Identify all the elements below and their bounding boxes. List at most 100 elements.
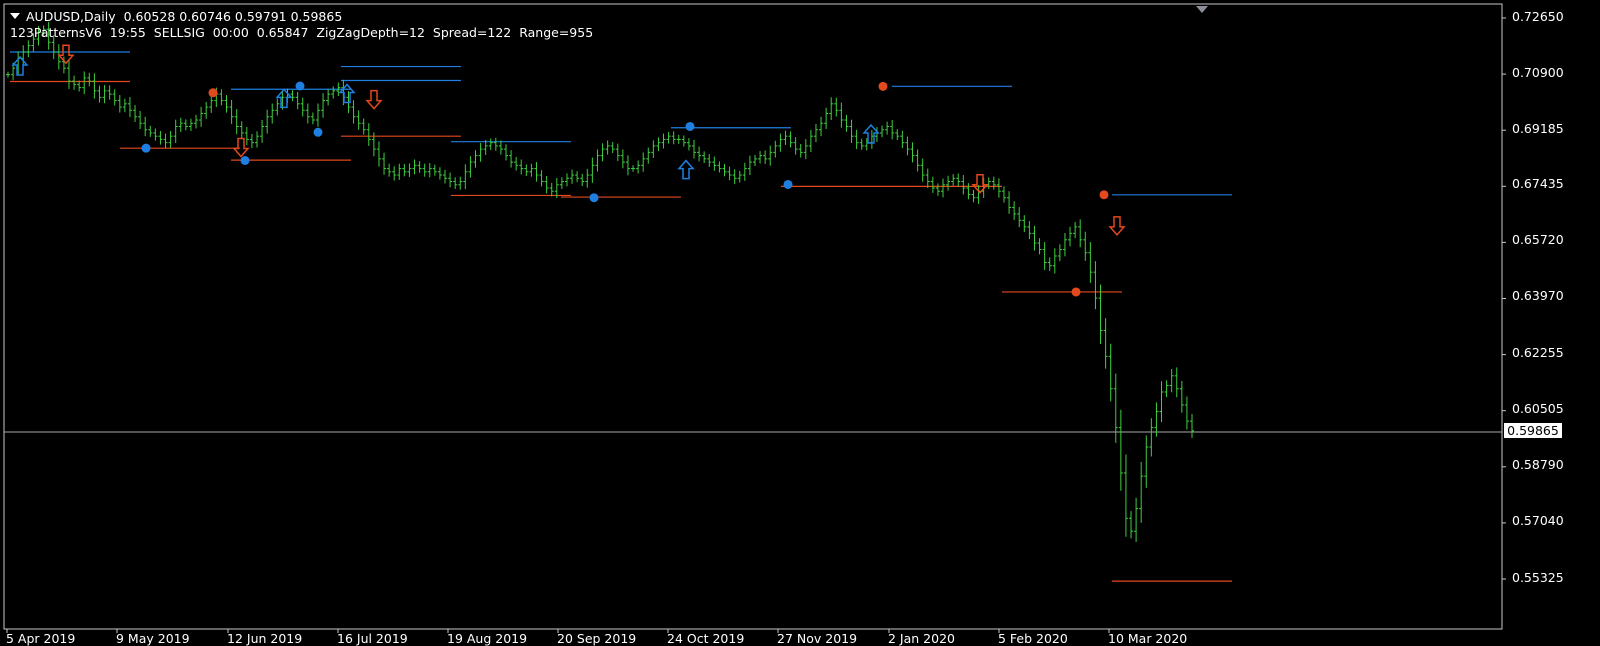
ohlc-bar bbox=[493, 137, 498, 151]
ohlc-bar bbox=[417, 161, 422, 173]
ohlc-bar bbox=[1078, 219, 1083, 248]
ohlc-bar bbox=[254, 131, 259, 148]
x-tick-label: 24 Oct 2019 bbox=[667, 631, 745, 646]
chart-shift-marker-icon[interactable] bbox=[1196, 6, 1208, 13]
ohlc-bar bbox=[661, 133, 666, 149]
ohlc-bar bbox=[559, 177, 564, 189]
ohlc-bar bbox=[824, 107, 829, 130]
ohlc-bar bbox=[112, 89, 117, 106]
y-tick-label: 0.63970 bbox=[1512, 288, 1564, 303]
ohlc-bar bbox=[443, 169, 448, 184]
ohlc-bar bbox=[986, 177, 991, 189]
pivot-dot bbox=[240, 155, 250, 165]
ohlc-bar bbox=[758, 151, 763, 164]
ohlc-bar bbox=[636, 160, 641, 174]
ohlc-bar bbox=[315, 103, 320, 127]
ohlc-bar bbox=[631, 165, 636, 172]
ohlc-bar bbox=[681, 135, 686, 147]
ohlc-bar bbox=[1098, 284, 1103, 345]
ohlc-bar bbox=[234, 108, 239, 135]
ohlc-bar bbox=[1062, 233, 1067, 257]
ohlc-bar bbox=[717, 161, 722, 173]
ohlc-bar bbox=[1088, 242, 1093, 283]
pivot-dot bbox=[295, 81, 305, 91]
ohlc-bar bbox=[356, 110, 361, 130]
ohlc-bar bbox=[361, 118, 366, 135]
ohlc-bar bbox=[463, 164, 468, 189]
current-price-label: 0.59865 bbox=[1504, 423, 1562, 438]
ohlc-bar bbox=[270, 103, 275, 124]
ohlc-bar bbox=[920, 158, 925, 182]
ohlc-bar bbox=[590, 157, 595, 183]
ohlc-bar bbox=[651, 140, 656, 158]
ohlc-bar bbox=[935, 183, 940, 196]
pivot-dot bbox=[878, 81, 888, 91]
ohlc-bar bbox=[539, 170, 544, 187]
ohlc-bar bbox=[910, 142, 915, 163]
x-tick-label: 5 Feb 2020 bbox=[998, 631, 1068, 646]
ohlc-bar bbox=[82, 71, 87, 95]
plot-frame bbox=[3, 3, 1503, 630]
chart-menu-triangle-icon[interactable] bbox=[10, 13, 20, 19]
ohlc-bar bbox=[1118, 409, 1123, 491]
ohlc-bar bbox=[813, 123, 818, 143]
ohlc-bar bbox=[1129, 511, 1134, 539]
ohlc-bar bbox=[102, 85, 107, 104]
ohlc-bar bbox=[585, 168, 590, 188]
ohlc-bar bbox=[458, 176, 463, 190]
ohlc-bar bbox=[321, 93, 326, 118]
ohlc-bar bbox=[1123, 454, 1128, 537]
ohlc-bar bbox=[300, 97, 305, 117]
ohlc-bar bbox=[849, 119, 854, 143]
ohlc-bar bbox=[686, 138, 691, 151]
ohlc-bar bbox=[1159, 381, 1164, 423]
sell-arrow-icon bbox=[57, 44, 75, 65]
ohlc-bar bbox=[468, 156, 473, 178]
ohlc-bar bbox=[412, 159, 417, 175]
ohlc-bar bbox=[244, 127, 249, 146]
ohlc-bar bbox=[326, 89, 331, 106]
ohlc-bar bbox=[605, 140, 610, 155]
ohlc-bar bbox=[834, 97, 839, 117]
ohlc-bar bbox=[219, 89, 224, 106]
x-tick-label: 20 Sep 2019 bbox=[557, 631, 637, 646]
ohlc-bar bbox=[656, 137, 661, 152]
y-tick-label: 0.65720 bbox=[1512, 232, 1564, 247]
ohlc-bar bbox=[519, 159, 524, 175]
ohlc-bar bbox=[1093, 261, 1098, 310]
ohlc-bar bbox=[92, 73, 97, 99]
price-chart[interactable] bbox=[0, 0, 1600, 646]
ohlc-bar bbox=[961, 175, 966, 195]
ohlc-bar bbox=[407, 163, 412, 177]
sell-arrow-icon bbox=[365, 89, 383, 110]
ohlc-bar bbox=[97, 85, 102, 103]
ohlc-bar bbox=[570, 169, 575, 184]
y-tick-label: 0.57040 bbox=[1512, 513, 1564, 528]
ohlc-bar bbox=[742, 162, 747, 181]
ohlc-bar bbox=[768, 145, 773, 166]
ohlc-bar bbox=[692, 139, 697, 159]
ohlc-bar bbox=[133, 105, 138, 122]
ohlc-bar bbox=[697, 146, 702, 162]
ohlc-bar bbox=[107, 85, 112, 100]
ohlc-bar bbox=[488, 138, 493, 151]
ohlc-bar bbox=[229, 99, 234, 124]
x-tick-label: 5 Apr 2019 bbox=[6, 631, 76, 646]
ohlc-bar bbox=[498, 140, 503, 155]
pivot-dot bbox=[783, 179, 793, 189]
ohlc-bar bbox=[1012, 201, 1017, 221]
pivot-dot bbox=[141, 143, 151, 153]
ohlc-bar bbox=[925, 168, 930, 188]
ohlc-bar bbox=[976, 185, 981, 204]
ohlc-bar bbox=[915, 149, 920, 172]
chart-window[interactable]: AUDUSD,Daily 0.60528 0.60746 0.59791 0.5… bbox=[0, 0, 1600, 646]
ohlc-bar bbox=[26, 40, 31, 58]
ohlc-bar bbox=[163, 133, 168, 149]
ohlc-bar bbox=[808, 130, 813, 153]
ohlc-bar bbox=[290, 90, 295, 102]
ohlc-bar bbox=[127, 97, 132, 118]
ohlc-bar bbox=[1007, 191, 1012, 214]
ohlc-bar bbox=[600, 143, 605, 162]
ohlc-bar bbox=[453, 177, 458, 189]
ohlc-bar bbox=[158, 131, 163, 145]
